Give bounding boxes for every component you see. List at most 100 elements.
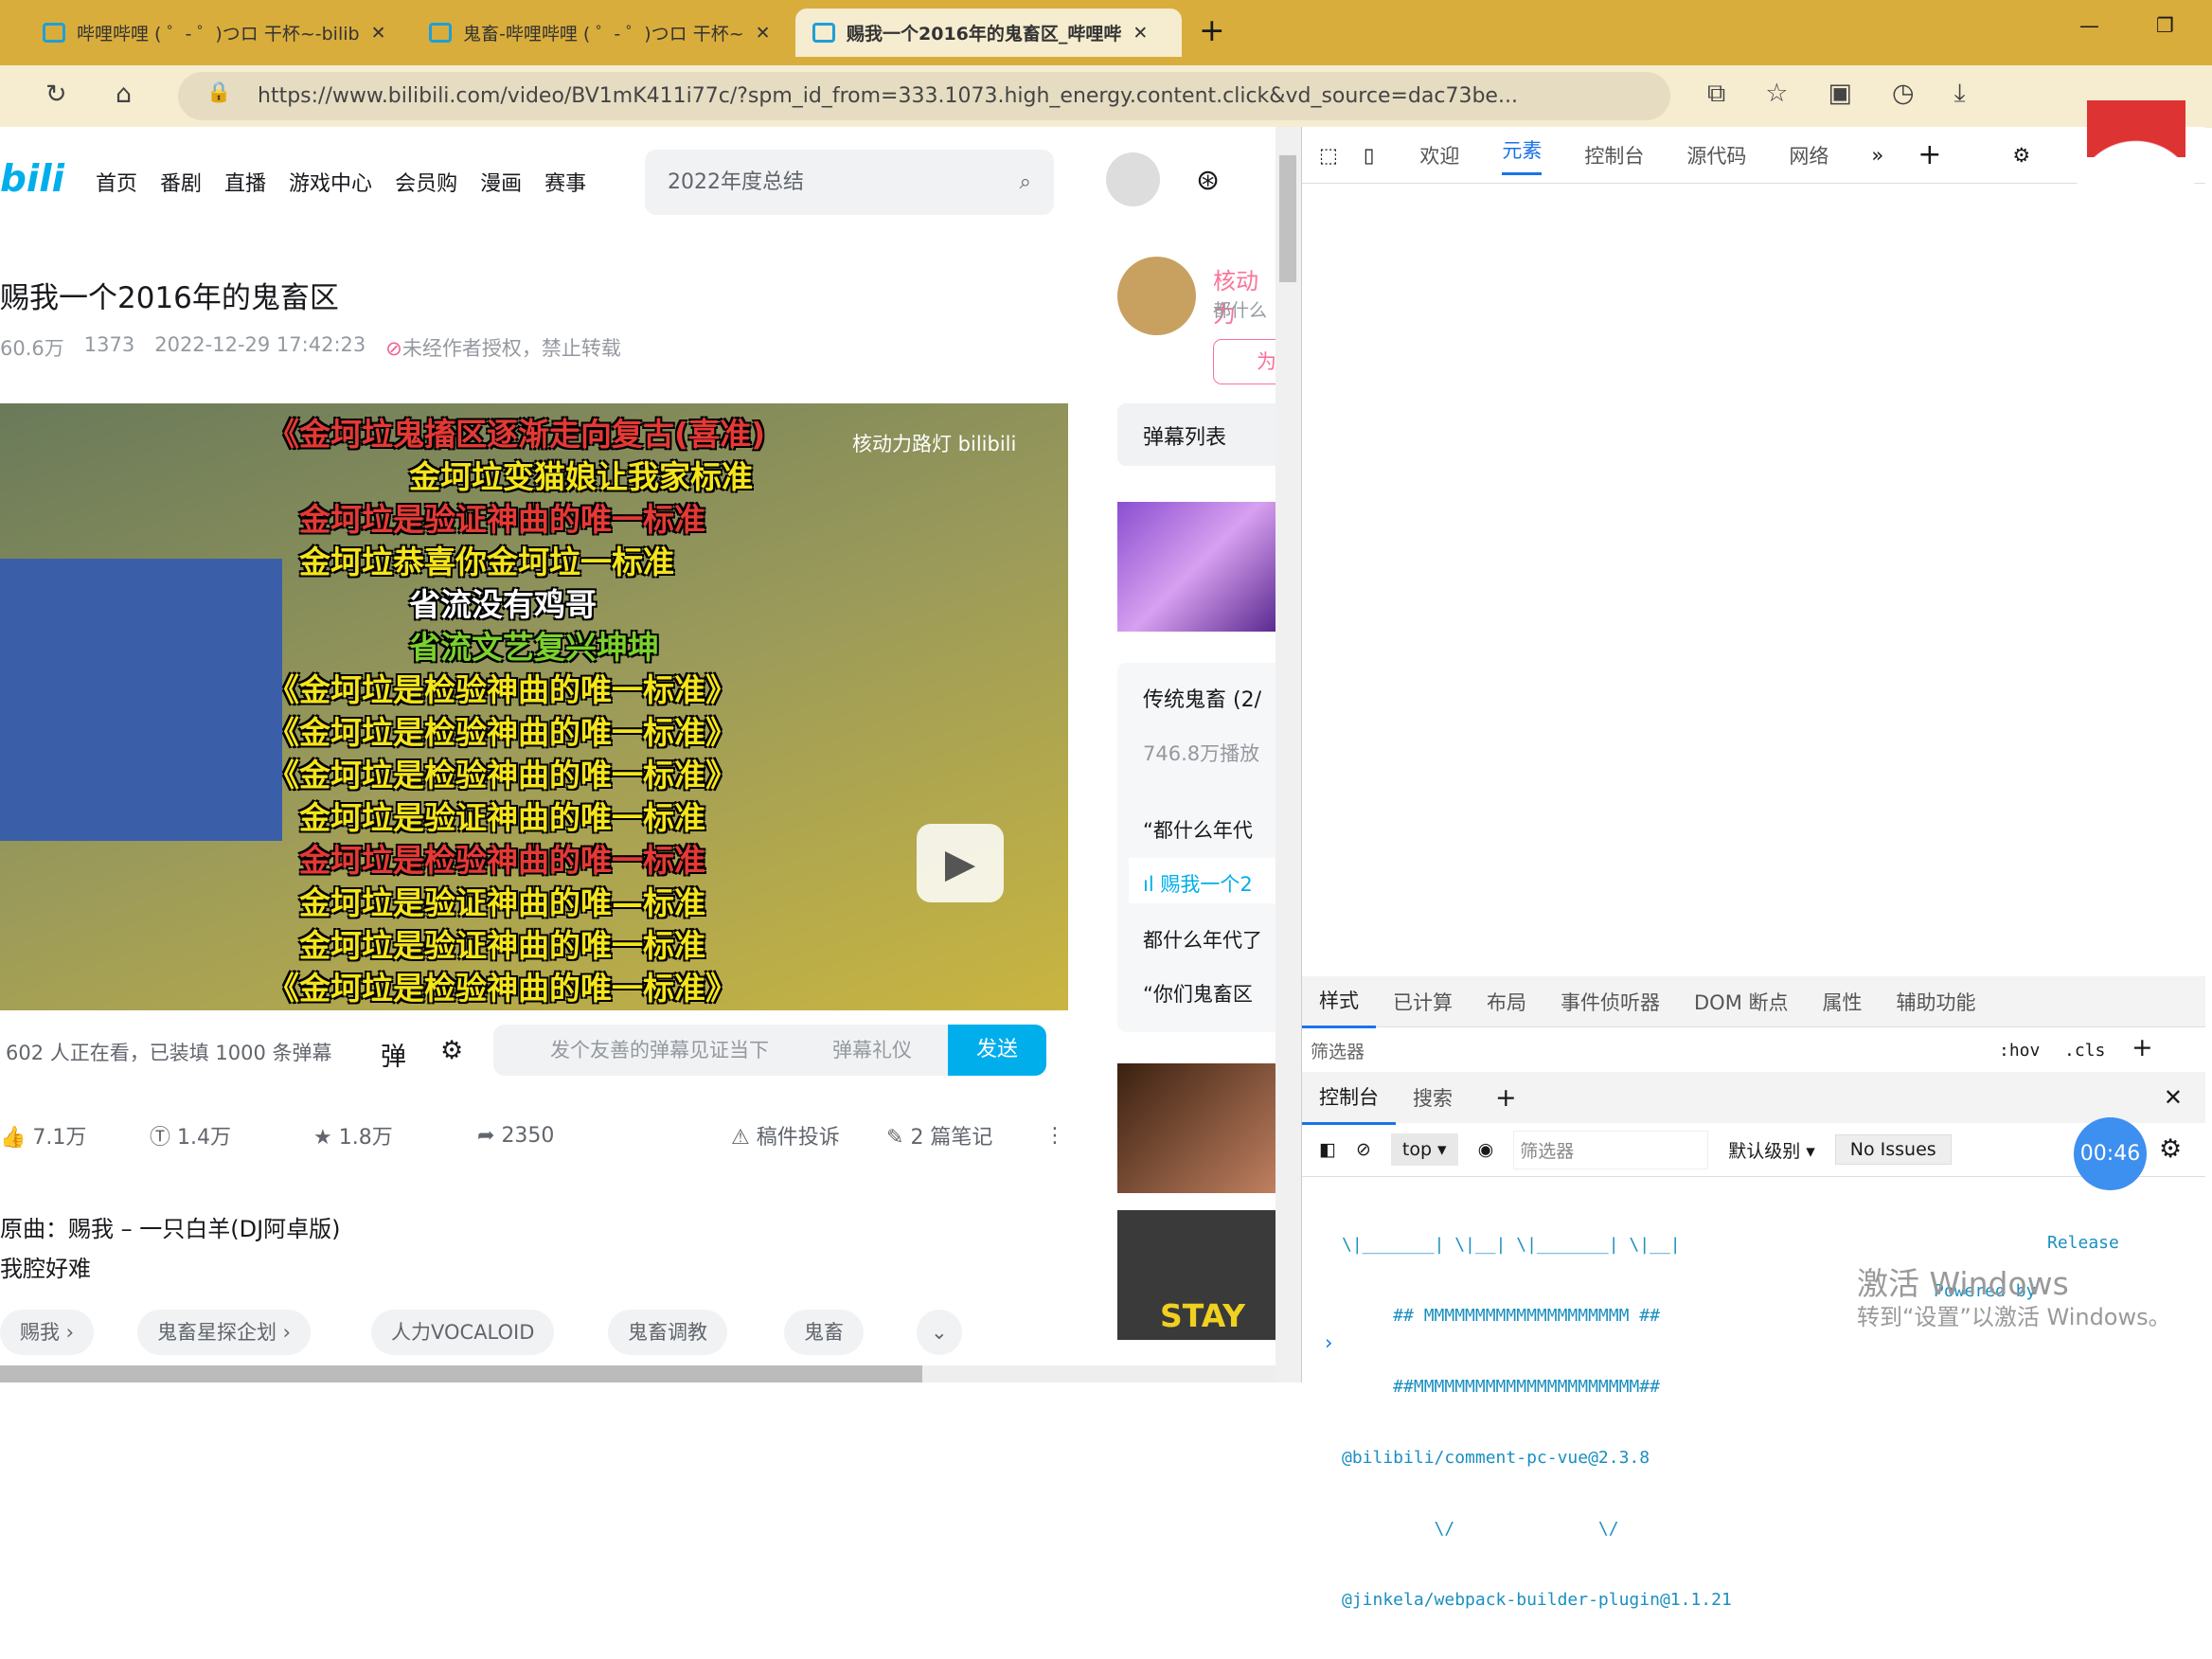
favorites-icon[interactable]: ☆ [1765,79,1788,109]
console-prompt[interactable]: › [1325,1331,1332,1354]
tag[interactable]: 鬼畜星探企划 › [137,1310,312,1355]
report-button[interactable]: ⚠ 稿件投诉 [731,1120,886,1151]
nav-manga[interactable]: 漫画 [480,172,522,196]
search-icon[interactable]: ⌕ [1020,150,1031,215]
close-icon[interactable]: ✕ [371,23,386,44]
settings-icon[interactable]: ⚙ [2012,144,2030,167]
tag[interactable]: 人力VOCALOID [371,1310,555,1355]
danmaku-toggle-icon[interactable]: 弹 [381,1036,406,1073]
nav-esports[interactable]: 赛事 [544,172,586,196]
issues-button[interactable]: No Issues [1834,1134,1952,1165]
tag[interactable]: 鬼畜 [784,1310,864,1355]
inspect-icon[interactable]: ⬚ [1319,144,1338,167]
danmaku-comment: 省流没有鸡哥 [409,586,597,623]
more-tabs-icon[interactable]: » [1871,144,1883,167]
collection-item[interactable]: “都什么年代 [1143,815,1253,844]
recommended-thumbnail[interactable]: STAY [1117,1210,1275,1340]
coin-button[interactable]: Ⓣ 1.4万 [150,1120,313,1151]
uploader-avatar[interactable] [1117,257,1196,335]
tag[interactable]: 鬼畜调教 [608,1310,727,1355]
console-filter-input[interactable]: 筛选器 [1513,1130,1709,1169]
page-scrollbar[interactable] [1275,127,1301,1382]
new-tab-button[interactable]: + [1199,11,1225,48]
new-rule-icon[interactable]: + [2132,1033,2153,1062]
close-drawer-icon[interactable]: ✕ [2164,1084,2183,1111]
styles-tab[interactable]: 样式 [1302,974,1376,1028]
url-field[interactable]: https://www.bilibili.com/video/BV1mK411i… [178,72,1670,120]
log-level-select[interactable]: 默认级别 ▾ [1728,1137,1815,1163]
bilibili-tab-icon [43,23,65,43]
styles-tab[interactable]: 辅助功能 [1880,988,1993,1016]
browser-tab[interactable]: 鬼畜-哔哩哔哩 ( ゜- ゜)つロ 干杯~ ✕ [412,9,790,57]
avatar[interactable] [1106,152,1160,206]
nav-game[interactable]: 游戏中心 [289,172,372,196]
home-icon[interactable]: ⌂ [116,80,132,109]
danmaku-etiquette-link[interactable]: 弹幕礼仪 [832,1025,912,1076]
send-button[interactable]: 发送 [948,1025,1046,1076]
nav-live[interactable]: 直播 [224,172,266,196]
play-icon[interactable]: ▶ [917,824,1004,902]
devtools-tab-active[interactable]: 元素 [1502,135,1543,175]
more-icon[interactable]: ⋮ [1044,1124,1065,1148]
styles-tab[interactable]: 属性 [1806,988,1880,1016]
danmaku-list-toggle[interactable]: 弹幕列表 [1117,403,1275,466]
recommended-thumbnail[interactable] [1117,1063,1275,1193]
nav-home[interactable]: 首页 [96,172,137,196]
styles-tab[interactable]: 已计算 [1376,988,1470,1016]
collection-item[interactable]: “你们鬼畜区 [1143,979,1253,1008]
minimize-button[interactable]: — [2079,14,2099,37]
follow-button[interactable]: 为 [1213,339,1275,384]
drawer-tab[interactable]: 控制台 [1302,1071,1396,1125]
danmaku-comment: 金坷垃是验证神曲的唯一标准 [299,927,705,964]
close-icon[interactable]: ✕ [756,23,771,44]
like-button[interactable]: 👍 7.1万 [0,1120,150,1151]
devtools-tab[interactable]: 欢迎 [1419,141,1459,169]
collection-item[interactable]: 都什么年代了 [1143,925,1262,954]
recording-timer[interactable]: 00:46 [2074,1117,2147,1190]
bilibili-logo[interactable]: bili [0,158,64,201]
tag[interactable]: 赐我 › [0,1310,95,1355]
expand-tags-button[interactable]: ⌄ [917,1310,962,1355]
drawer-tab[interactable]: 搜索 [1396,1083,1470,1112]
history-icon[interactable]: ⊛ [1196,164,1220,197]
extensions-icon[interactable]: ⧉ [1707,79,1725,109]
refresh-icon[interactable]: ↻ [45,80,67,109]
nav-shop[interactable]: 会员购 [395,172,457,196]
styles-tab[interactable]: DOM 断点 [1677,988,1806,1016]
horizontal-scrollbar[interactable] [0,1365,1275,1382]
styles-tab[interactable]: 布局 [1470,988,1543,1016]
copyright-notice: ⊘未经作者授权，禁止转载 [385,333,621,362]
search-input[interactable]: 2022年度总结 ⌕ [645,150,1054,215]
hov-toggle[interactable]: :hov [1999,1041,2040,1061]
ad-thumbnail[interactable] [1117,502,1275,632]
context-select[interactable]: top ▾ [1390,1133,1458,1166]
close-icon[interactable]: ✕ [1133,23,1148,44]
browser-tab-active[interactable]: 赐我一个2016年的鬼畜区_哔哩哔 ✕ [795,9,1182,57]
add-tab-icon[interactable]: + [1918,138,1941,171]
console-settings-icon[interactable]: ⚙ [2159,1134,2182,1164]
styles-tab[interactable]: 事件侦听器 [1543,988,1677,1016]
share-button[interactable]: ➦ 2350 [477,1124,731,1148]
device-icon[interactable]: ▯ [1364,144,1375,167]
browser-tab[interactable]: 哔哩哔哩 ( ゜- ゜)つロ 干杯~-bilib ✕ [26,9,406,57]
devtools-tab[interactable]: 源代码 [1686,141,1746,169]
notes-button[interactable]: ✎ 2 篇笔记 [886,1120,1044,1151]
danmaku-settings-icon[interactable]: ⚙ [440,1036,463,1065]
lock-icon[interactable]: 🔒 [206,80,231,104]
live-expression-icon[interactable]: ◉ [1478,1139,1494,1160]
cls-toggle[interactable]: .cls [2064,1041,2105,1061]
restore-button[interactable]: ❐ [2156,14,2174,37]
history-icon[interactable]: ◷ [1892,79,1915,109]
devtools-tab[interactable]: 网络 [1789,141,1828,169]
nav-anime[interactable]: 番剧 [160,172,202,196]
sidebar-toggle-icon[interactable]: ◧ [1319,1139,1336,1160]
devtools-tab[interactable]: 控制台 [1584,141,1644,169]
collections-icon[interactable]: ▣ [1828,79,1853,109]
styles-filter-input[interactable]: 筛选器 [1311,1038,1982,1063]
clear-console-icon[interactable]: ⊘ [1356,1139,1371,1160]
video-player[interactable]: 核动力路灯 bilibili 《金坷垃鬼搐区逐渐走向复古(喜准) 金坷垃变猫娘让我… [0,403,1068,1010]
add-drawer-tab-icon[interactable]: + [1470,1083,1543,1113]
download-icon[interactable]: ⤓ [1954,79,1966,109]
favorite-button[interactable]: ★ 1.8万 [313,1120,477,1151]
collection-item-current[interactable]: ıl 赐我一个2 [1129,858,1275,903]
